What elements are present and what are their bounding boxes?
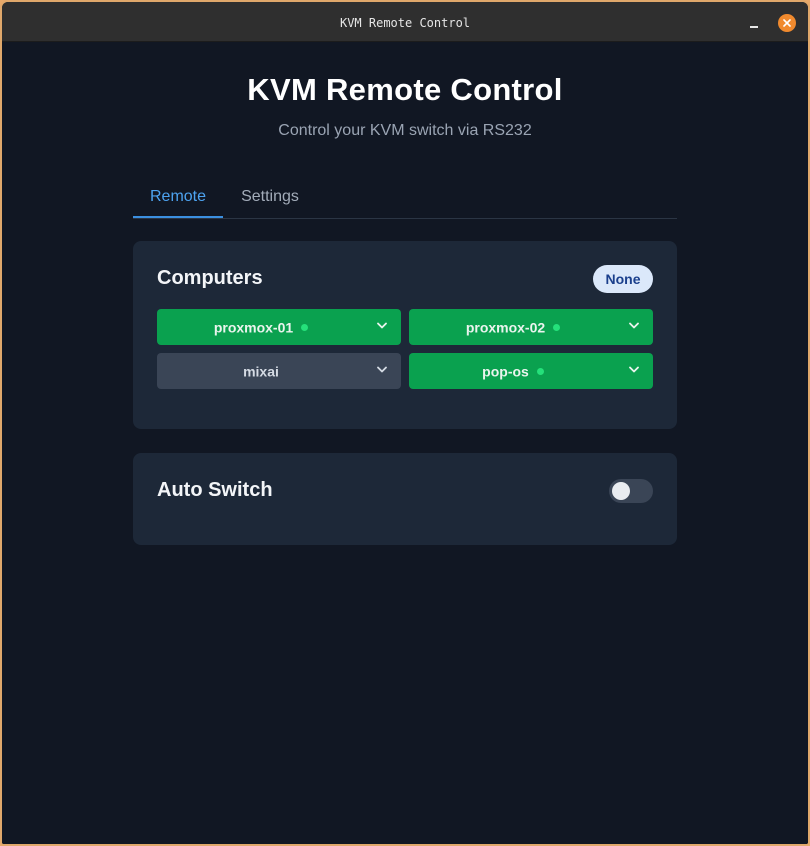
computer-select-pop-os[interactable]: pop-os [409,353,653,389]
status-dot-icon [301,324,309,331]
computer-label: proxmox-02 [465,319,546,336]
status-dot-icon [536,368,544,375]
chevron-down-icon [377,322,387,329]
app-window: KVM Remote Control KVM Remote Control Co… [0,0,810,846]
computer-label: proxmox-01 [213,319,294,336]
tab-remote[interactable]: Remote [133,178,223,218]
computer-select-proxmox-02[interactable]: proxmox-02 [409,309,653,345]
main-content: KVM Remote Control Control your KVM swit… [2,42,808,844]
page-subtitle: Control your KVM switch via RS232 [278,122,532,139]
titlebar[interactable]: KVM Remote Control [2,2,808,42]
close-icon[interactable] [778,14,796,32]
minimize-icon[interactable] [746,14,764,32]
computer-label: mixai [243,363,279,380]
computer-label: pop-os [482,363,529,380]
toggle-knob [612,482,630,500]
active-computer-badge: None [593,265,653,293]
window-title: KVM Remote Control [339,16,471,30]
computers-heading: Computers [157,267,263,289]
auto-switch-label: Auto Switch [157,479,273,501]
tab-settings[interactable]: Settings [227,178,313,218]
chevron-down-icon [629,366,639,373]
chevron-down-icon [629,322,639,329]
tab-bar: Remote Settings [133,178,677,219]
auto-switch-toggle[interactable] [609,479,653,503]
auto-switch-card: Auto Switch [133,453,677,545]
chevron-down-icon [377,366,387,373]
status-dot-icon [553,324,561,331]
computers-card: Computers None proxmox-01 proxmox-02 mix… [133,241,677,429]
computer-select-mixai[interactable]: mixai [157,353,401,389]
page-title: KVM Remote Control [247,72,563,107]
computer-select-proxmox-01[interactable]: proxmox-01 [157,309,401,345]
